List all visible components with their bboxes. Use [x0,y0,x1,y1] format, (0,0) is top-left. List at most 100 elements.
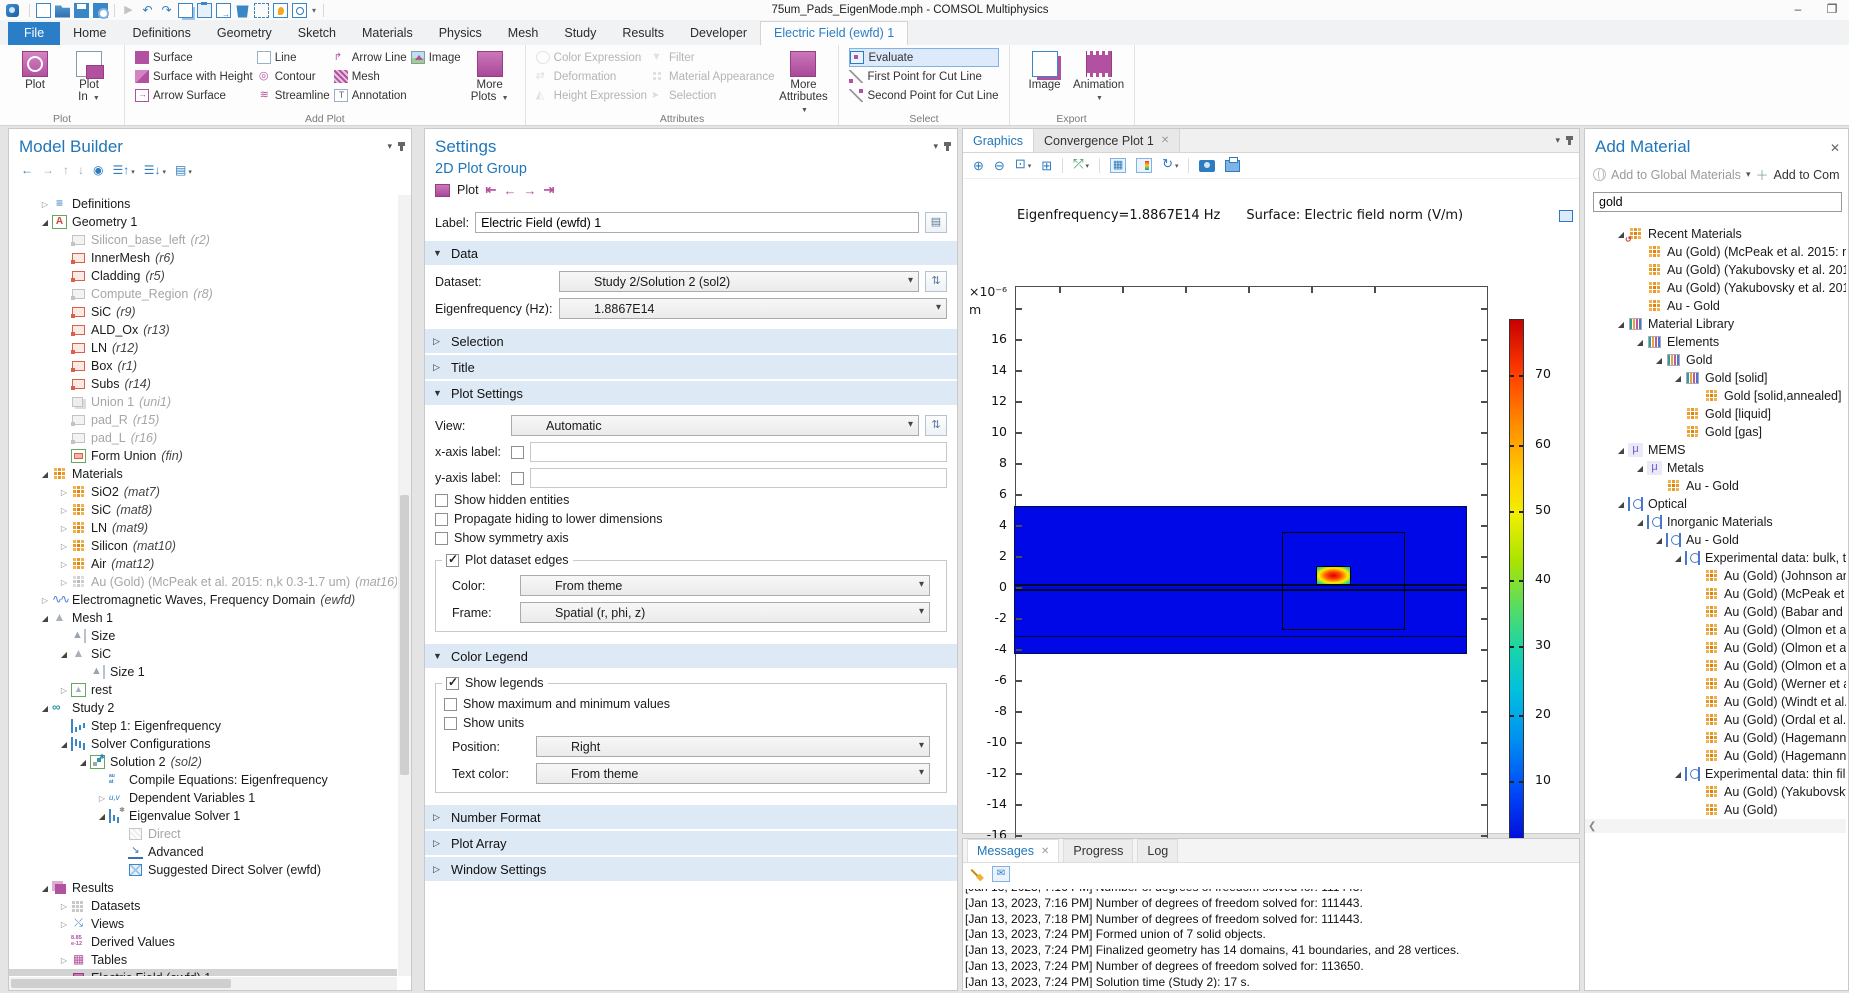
tree-item-au-gold-olmon-et-al-20[interactable]: Au (Gold) (Olmon et al. 20 [1585,639,1846,657]
plot-dataset-edges-checkbox[interactable] [446,552,459,567]
arrow-surface-button[interactable]: Arrow Surface [135,86,253,105]
tree-item-gold-liquid[interactable]: Gold [liquid] [1585,405,1846,423]
frame-dropdown[interactable]: Spatial (r, phi, z) [520,602,930,623]
expander-icon[interactable]: ◢ [1671,554,1685,563]
tree-item-au-gold-babar-and-wea[interactable]: Au (Gold) (Babar and Wea [1585,603,1846,621]
expander-icon[interactable]: ◢ [57,740,71,749]
back-icon[interactable]: ← [21,163,33,177]
tab-sketch[interactable]: Sketch [285,22,349,45]
grid-toggle-icon[interactable]: ▦ [1110,158,1127,173]
expander-icon[interactable]: ◢ [1671,770,1685,779]
animation-button[interactable]: Animation ▼ [1073,49,1125,105]
tree-item-rest[interactable]: ▷ ▲ rest [9,681,397,699]
expander-icon[interactable]: ▷ [57,902,71,911]
tree-item-au-gold-mcpeak-et-al-2015-n-k-0-3[interactable]: Au (Gold) (McPeak et al. 2015: n,k 0.3 [1585,243,1846,261]
expander-icon[interactable]: ◢ [1614,446,1628,455]
tree-item-results[interactable]: ◢ Results [9,879,397,897]
forward-icon[interactable]: → [42,163,54,177]
streamline-button[interactable]: ≋ Streamline [257,86,330,105]
add-to-global-materials-button[interactable]: Add to Global Materials [1611,168,1741,182]
close-panel-icon[interactable]: ✕ [1830,141,1840,155]
tree-item-cladding[interactable]: Cladding (r5) [9,267,397,285]
tree-item-study-2[interactable]: ◢ ∞ Study 2 [9,699,397,717]
expander-icon[interactable]: ◢ [1633,464,1647,473]
section-plot-array[interactable]: ▷ Plot Array [425,831,957,855]
tree-item-au-gold-hagemann-et[interactable]: Au (Gold) (Hagemann et [1585,729,1846,747]
tab-log[interactable]: Log [1137,839,1179,862]
tree-item-ln[interactable]: LN (r12) [9,339,397,357]
tree-item-au-gold[interactable]: ◢ Au - Gold [1585,531,1846,549]
eigenfrequency-dropdown[interactable]: 1.8867E14 [559,298,947,319]
tree-item-au-gold-hagemann-et[interactable]: Au (Gold) (Hagemann et [1585,747,1846,765]
save-icon[interactable] [74,2,89,18]
tree-item-sic[interactable]: ◢ ▲ SiC [9,645,397,663]
tab-developer[interactable]: Developer [677,22,760,45]
second-point-cut-line-button[interactable]: Second Point for Cut Line [849,86,999,105]
tree-item-silicon-base-left[interactable]: Silicon_base_left (r2) [9,231,397,249]
tree-item-gold-solid-annealed[interactable]: Gold [solid,annealed] [1585,387,1846,405]
tree-item-materials[interactable]: ◢ Materials [9,465,397,483]
tree-item-mesh-1[interactable]: ◢ ▲ Mesh 1 [9,609,397,627]
tree-item-material-library[interactable]: ◢ Material Library [1585,315,1846,333]
x-axis-label-checkbox[interactable] [511,445,524,459]
settings-plot-button[interactable]: Plot [457,183,479,197]
expander-icon[interactable]: ▷ [38,596,52,605]
tree-item-step-1-eigenfrequency[interactable]: Step 1: Eigenfrequency [9,717,397,735]
paste-icon[interactable] [197,1,212,18]
delete-icon[interactable] [236,5,249,18]
expander-icon[interactable]: ▷ [57,686,71,695]
tree-item-sio2[interactable]: ▷ SiO2 (mat7) [9,483,397,501]
edge-color-dropdown[interactable]: From theme [520,575,930,596]
zoom-out-icon[interactable]: ⊖ [994,158,1005,174]
maximize-button[interactable]: ❐ [1815,0,1849,20]
expander-icon[interactable]: ◢ [38,218,52,227]
move-down-icon[interactable]: ↓ [78,163,84,177]
show-units-checkbox[interactable] [444,716,457,730]
image-plot-button[interactable]: Image [410,48,461,67]
tree-item-air[interactable]: ▷ Air (mat12) [9,555,397,573]
expander-icon[interactable]: ▷ [57,578,71,587]
color-legend-toggle-icon[interactable] [1136,158,1153,173]
model-builder-hscrollbar[interactable] [9,977,397,990]
section-plot-settings[interactable]: ▼ Plot Settings [425,381,957,405]
open-file-icon[interactable] [55,5,70,18]
more-plots-button[interactable]: More Plots ▼ [464,49,516,105]
run-icon[interactable]: ▶ [121,3,136,18]
new-file-icon[interactable] [36,2,51,18]
tab-materials[interactable]: Materials [349,22,426,45]
redo-icon[interactable]: ↷ [159,3,174,18]
expander-icon[interactable]: ◢ [95,812,109,821]
minimize-button[interactable]: – [1781,0,1815,20]
tree-item-advanced[interactable]: ↘ Advanced [9,843,397,861]
expander-icon[interactable]: ◢ [1633,338,1647,347]
tree-item-innermesh[interactable]: InnerMesh (r6) [9,249,397,267]
more-attributes-button[interactable]: More Attributes ▼ [777,49,829,117]
tree-item-au-gold-yakubovsky-et[interactable]: Au (Gold) (Yakubovsky et [1585,783,1846,801]
panel-menu-icon[interactable]: ▾ [933,141,938,152]
tree-item-inorganic-materials[interactable]: ◢ Inorganic Materials [1585,513,1846,531]
tree-item-ln[interactable]: ▷ LN (mat9) [9,519,397,537]
tree-item-compile-equations-eigenfrequency[interactable]: au at Compile Equations: Eigenfrequency [9,771,397,789]
tree-item-compute-region[interactable]: Compute_Region (r8) [9,285,397,303]
tab-physics[interactable]: Physics [426,22,495,45]
scene-light-icon[interactable]: ↻ ▾ [1162,156,1178,175]
tree-item-au-gold-ordal-et-al-198[interactable]: Au (Gold) (Ordal et al. 198 [1585,711,1846,729]
tree-item-box[interactable]: Box (r1) [9,357,397,375]
section-title[interactable]: ▷ Title [425,355,957,379]
expander-icon[interactable]: ▷ [57,920,71,929]
last-solution-icon[interactable]: ⇥ [543,182,554,198]
zoom-in-icon[interactable]: ⊕ [973,158,984,174]
go-to-source-button[interactable]: ⇅ [925,271,947,292]
view-dropdown[interactable]: Automatic [511,415,919,436]
expander-icon[interactable]: ▷ [57,488,71,497]
show-maxmin-checkbox[interactable] [444,697,457,711]
expander-icon[interactable]: ▷ [57,542,71,551]
plot-in-button[interactable]: Plot In ▼ [63,49,115,105]
panel-menu-icon[interactable]: ▾ [387,141,392,152]
tree-item-mems[interactable]: ◢ μ MEMS [1585,441,1846,459]
tree-item-sic[interactable]: SiC (r9) [9,303,397,321]
view-orientation-icon[interactable]: ⤱ ▾ [1073,156,1089,175]
annotation-button[interactable]: Annotation [333,86,407,105]
tree-item-gold-solid[interactable]: ◢ Gold [solid] [1585,369,1846,387]
tree-item-geometry-1[interactable]: ◢ A Geometry 1 [9,213,397,231]
